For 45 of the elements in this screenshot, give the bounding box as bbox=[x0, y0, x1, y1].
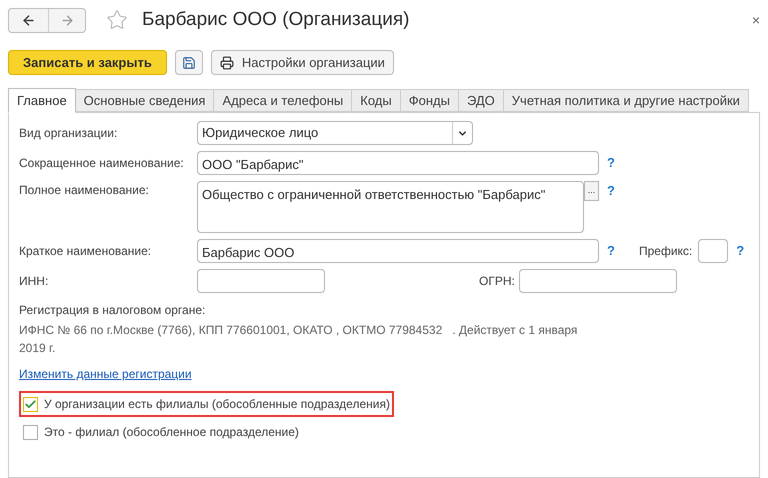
tab[interactable]: Коды bbox=[352, 89, 401, 112]
help-link[interactable]: ? bbox=[607, 241, 619, 261]
help-link[interactable]: ? bbox=[607, 181, 619, 200]
field-label: Полное наименование: bbox=[19, 182, 150, 199]
tab[interactable]: Основные сведения bbox=[76, 89, 214, 112]
field-label: Вид организации: bbox=[19, 125, 118, 142]
checkbox[interactable] bbox=[23, 396, 38, 412]
forward-arrow-icon bbox=[60, 12, 74, 28]
input-field[interactable] bbox=[698, 239, 728, 263]
tab[interactable]: Главное bbox=[8, 88, 76, 113]
save-close-button[interactable]: Записать и закрыть bbox=[8, 50, 167, 75]
settings-button[interactable]: Настройки организации bbox=[210, 50, 394, 75]
section-label: Регистрация в налоговом органе: bbox=[19, 302, 206, 319]
check-icon bbox=[24, 398, 37, 410]
field-label: Сокращенное наименование: bbox=[19, 155, 185, 172]
field-label: ОГРН: bbox=[479, 274, 515, 288]
help-link[interactable]: ? bbox=[607, 153, 619, 173]
textarea-field[interactable]: Общество с ограниченной ответственностью "Барбарис" bbox=[197, 181, 584, 233]
input-field[interactable]: Барбарис ООО bbox=[197, 239, 599, 263]
field-label: Префикс: bbox=[639, 244, 692, 258]
help-link[interactable]: ? bbox=[736, 241, 748, 261]
checkbox[interactable] bbox=[23, 424, 38, 440]
checkbox-label: Это - филиал (обособленное подразделение) bbox=[44, 424, 299, 441]
select-button[interactable]: ... bbox=[584, 181, 599, 201]
change-registration-link[interactable]: Изменить данные регистрации bbox=[19, 365, 192, 383]
tab[interactable]: ЭДО bbox=[458, 89, 504, 112]
checkbox-label: У организации есть филиалы (обособленные подразделения) bbox=[44, 396, 390, 413]
tab[interactable]: Учетная политика и другие настройки bbox=[504, 89, 749, 112]
save-button[interactable] bbox=[174, 50, 203, 75]
input-field[interactable] bbox=[518, 269, 677, 293]
input-field[interactable]: ООО "Барбарис" bbox=[197, 151, 599, 175]
tab[interactable]: Фонды bbox=[400, 89, 459, 112]
tab[interactable]: Адреса и телефоны bbox=[214, 89, 352, 112]
input-field[interactable] bbox=[197, 269, 325, 293]
field-label: Краткое наименование: bbox=[19, 243, 152, 260]
printer-icon bbox=[220, 56, 234, 70]
registration-info: ИФНС № 66 по г.Москве (7766), КПП 776601001, ОКАТО , ОКТМО 77984532 . Действует с 1 января 2019 г. bbox=[19, 322, 578, 357]
close-button[interactable]: × bbox=[752, 10, 760, 30]
checkbox-row[interactable]: Это - филиал (обособленное подразделение) bbox=[19, 419, 303, 445]
dropdown[interactable]: Юридическое лицо bbox=[197, 121, 473, 145]
star-icon[interactable] bbox=[106, 9, 128, 31]
window-title: Барбарис ООО (Организация) bbox=[142, 8, 410, 32]
checkbox-row[interactable]: У организации есть филиалы (обособленные подразделения) bbox=[19, 391, 394, 417]
dropdown-value: Юридическое лицо bbox=[201, 124, 320, 142]
field-label: ИНН: bbox=[19, 273, 50, 290]
